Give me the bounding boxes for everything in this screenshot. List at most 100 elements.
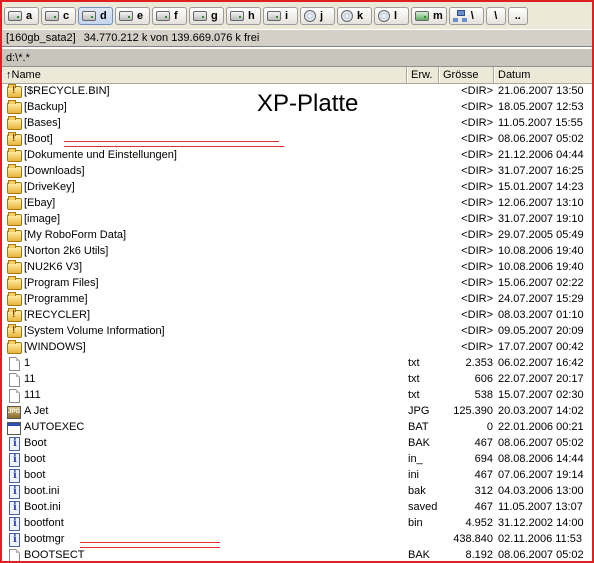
drive-letter: a — [26, 9, 33, 22]
annotation-label: XP-Platte — [257, 90, 359, 117]
column-header-ext[interactable]: Erw. — [407, 67, 439, 83]
drive-button-13[interactable]: \ — [485, 6, 506, 25]
file-name: AUTOEXEC — [24, 421, 85, 433]
file-row[interactable]: bootmgr 438.840 02.11.2006 11:53 — [2, 532, 592, 548]
file-date: 10.08.2006 19:40 — [498, 245, 584, 257]
network-drive-icon — [415, 10, 429, 21]
file-row[interactable]: Boot.ini saved 467 11.05.2007 13:07 — [2, 500, 592, 516]
file-row[interactable]: [Programme] <DIR> 24.07.2007 15:29 — [2, 292, 592, 308]
hard-drive-icon — [267, 10, 281, 21]
drive-button-8[interactable]: j — [300, 6, 335, 25]
file-size: <DIR> — [461, 165, 493, 177]
file-date: 15.06.2007 02:22 — [498, 277, 584, 289]
file-name: [WINDOWS] — [24, 341, 86, 353]
folder-icon — [7, 244, 22, 258]
file-row[interactable]: 1 txt 2.353 06.02.2007 16:42 — [2, 356, 592, 372]
cd-drive-icon — [304, 9, 316, 22]
file-date: 06.02.2007 16:42 — [498, 357, 584, 369]
file-row[interactable]: [RECYCLER] <DIR> 08.03.2007 01:10 — [2, 308, 592, 324]
file-row[interactable]: [Norton 2k6 Utils] <DIR> 10.08.2006 19:40 — [2, 244, 592, 260]
file-row[interactable]: boot.ini bak 312 04.03.2006 13:00 — [2, 484, 592, 500]
column-header-size[interactable]: Grösse — [439, 67, 494, 83]
drive-button-10[interactable]: l — [374, 6, 409, 25]
drive-button-11[interactable]: m — [411, 6, 447, 25]
drive-button-6[interactable]: h — [226, 6, 261, 25]
file-name: [Downloads] — [24, 165, 85, 177]
file-row[interactable]: 11 txt 606 22.07.2007 20:17 — [2, 372, 592, 388]
file-date: 22.01.2006 00:21 — [498, 421, 584, 433]
hard-drive-icon — [230, 10, 244, 21]
file-row[interactable]: [Downloads] <DIR> 31.07.2007 16:25 — [2, 164, 592, 180]
file-row[interactable]: Boot BAK 467 08.06.2007 05:02 — [2, 436, 592, 452]
file-size: <DIR> — [461, 341, 493, 353]
file-name: [Program Files] — [24, 277, 99, 289]
system-file-icon — [9, 501, 20, 515]
file-name: [NU2K6 V3] — [24, 261, 83, 273]
drive-button-14[interactable]: .. — [507, 6, 528, 25]
file-size: <DIR> — [461, 101, 493, 113]
column-header-name[interactable]: ↑Name — [2, 67, 407, 83]
file-row[interactable]: [NU2K6 V3] <DIR> 10.08.2006 19:40 — [2, 260, 592, 276]
file-date: 09.05.2007 20:09 — [498, 325, 584, 337]
file-name: [Bases] — [24, 117, 61, 129]
file-size: <DIR> — [461, 309, 493, 321]
file-name: [RECYCLER] — [24, 309, 91, 321]
file-row[interactable]: A Jet JPG 125.390 20.03.2007 14:02 — [2, 404, 592, 420]
column-header-date[interactable]: Datum — [494, 67, 592, 83]
drive-button-2[interactable]: d — [78, 6, 113, 25]
drive-toolbar: a c d e f g h i j k l m \ \.. — [2, 2, 592, 29]
file-ext: in_ — [408, 453, 423, 465]
file-row[interactable]: [Program Files] <DIR> 15.06.2007 02:22 — [2, 276, 592, 292]
hard-drive-icon — [82, 10, 96, 21]
file-name: 1 — [24, 357, 31, 369]
drive-button-5[interactable]: g — [189, 6, 224, 25]
drive-button-3[interactable]: e — [115, 6, 150, 25]
file-size: <DIR> — [461, 213, 493, 225]
file-row[interactable]: [image] <DIR> 31.07.2007 19:10 — [2, 212, 592, 228]
file-icon — [9, 373, 20, 387]
drive-letter: f — [174, 9, 178, 22]
file-row[interactable]: boot in_ 694 08.08.2006 14:44 — [2, 452, 592, 468]
file-row[interactable]: [DriveKey] <DIR> 15.01.2007 14:23 — [2, 180, 592, 196]
drive-button-7[interactable]: i — [263, 6, 298, 25]
column-header-row: ↑Name Erw. Grösse Datum — [2, 67, 592, 84]
file-ext: txt — [408, 373, 420, 385]
drive-letter: h — [248, 9, 255, 22]
file-name: 11 — [24, 373, 36, 385]
file-date: 07.06.2007 19:14 — [498, 469, 584, 481]
file-row[interactable]: [WINDOWS] <DIR> 17.07.2007 00:42 — [2, 340, 592, 356]
drive-button-9[interactable]: k — [337, 6, 372, 25]
drive-button-0[interactable]: a — [4, 6, 39, 25]
file-row[interactable]: AUTOEXEC BAT 0 22.01.2006 00:21 — [2, 420, 592, 436]
system-file-icon — [9, 517, 20, 531]
drive-free-space: 34.770.212 k von 139.669.076 k frei — [83, 32, 260, 44]
file-date: 10.08.2006 19:40 — [498, 261, 584, 273]
batch-file-icon — [7, 422, 21, 435]
file-row[interactable]: bootfont bin 4.952 31.12.2002 14:00 — [2, 516, 592, 532]
file-size: <DIR> — [461, 85, 493, 97]
drive-button-4[interactable]: f — [152, 6, 187, 25]
drive-button-12[interactable]: \ — [448, 6, 484, 25]
file-row[interactable]: 111 txt 538 15.07.2007 02:30 — [2, 388, 592, 404]
file-name: A Jet — [24, 405, 49, 417]
file-row[interactable]: boot ini 467 07.06.2007 19:14 — [2, 468, 592, 484]
file-row[interactable]: [System Volume Information] <DIR> 09.05.20… — [2, 324, 592, 340]
file-size: 467 — [474, 469, 493, 481]
system-folder-icon — [7, 84, 22, 98]
file-row[interactable]: [Bases] <DIR> 11.05.2007 15:55 — [2, 116, 592, 132]
file-list[interactable]: [$RECYCLE.BIN] <DIR> 21.06.2007 13:50 [Back… — [2, 84, 592, 561]
system-file-icon — [9, 469, 20, 483]
file-date: 21.06.2007 13:50 — [498, 85, 584, 97]
file-row[interactable]: [Ebay] <DIR> 12.06.2007 13:10 — [2, 196, 592, 212]
drive-button-1[interactable]: c — [41, 6, 76, 25]
file-row[interactable]: [Dokumente und Einstellungen] <DIR> 21.12.… — [2, 148, 592, 164]
file-ext: JPG — [408, 405, 430, 417]
file-row[interactable]: BOOTSECT BAK 8.192 08.06.2007 05:02 — [2, 548, 592, 561]
file-date: 08.03.2007 01:10 — [498, 309, 584, 321]
hard-drive-icon — [45, 10, 59, 21]
file-name: Boot — [24, 437, 47, 449]
file-size: 312 — [474, 485, 493, 497]
file-row[interactable]: [My RoboForm Data] <DIR> 29.07.2005 05:49 — [2, 228, 592, 244]
file-icon — [9, 357, 20, 371]
drive-letter: k — [357, 9, 364, 22]
